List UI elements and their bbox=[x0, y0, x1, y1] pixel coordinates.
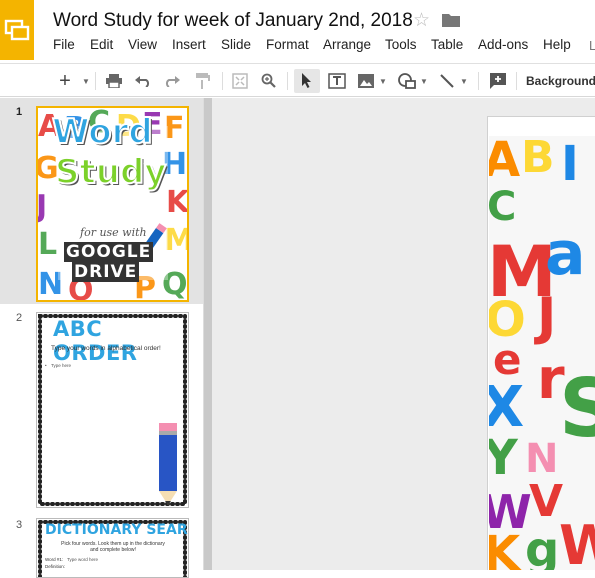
slide2-instruction: Type your words in alphabetical order! bbox=[51, 345, 161, 352]
app-header: Word Study for week of January 2nd, 2018… bbox=[0, 0, 595, 62]
slide1-title-study: Study bbox=[54, 151, 167, 193]
svg-text:K: K bbox=[489, 526, 522, 570]
menu-addons[interactable]: Add-ons bbox=[478, 37, 528, 52]
shape-dropdown-icon[interactable]: ▼ bbox=[419, 69, 429, 93]
svg-text:V: V bbox=[529, 476, 563, 527]
zoom-fit-icon[interactable] bbox=[228, 69, 252, 93]
slide1-brand-drive: DRIVE bbox=[72, 262, 140, 282]
toolbar-divider bbox=[516, 72, 517, 90]
dropdown-arrow-icon[interactable]: ▼ bbox=[80, 69, 92, 93]
slide3-row-label: Definition: bbox=[45, 564, 66, 569]
slide-number: 1 bbox=[16, 106, 23, 118]
select-cursor-icon[interactable] bbox=[294, 69, 320, 93]
folder-icon[interactable] bbox=[442, 13, 460, 27]
menu-format[interactable]: Format bbox=[266, 37, 309, 52]
slide-thumbnail-3[interactable]: DICTIONARY SEARCH Pick four words. Look … bbox=[36, 518, 189, 578]
toolbar-divider bbox=[95, 72, 96, 90]
slides-logo-icon bbox=[4, 19, 30, 41]
svg-text:A: A bbox=[489, 136, 520, 188]
background-button[interactable]: Background... bbox=[526, 74, 595, 88]
toolbar-divider bbox=[287, 72, 288, 90]
paint-format-icon[interactable] bbox=[191, 69, 215, 93]
image-dropdown-icon[interactable]: ▼ bbox=[378, 69, 388, 93]
menu-slide[interactable]: Slide bbox=[221, 37, 251, 52]
shape-icon[interactable] bbox=[395, 69, 419, 93]
redo-icon[interactable] bbox=[160, 69, 184, 93]
svg-text:C: C bbox=[489, 184, 516, 230]
slide3-title: DICTIONARY SEARCH bbox=[45, 522, 188, 538]
slide3-row-label: Word #1: bbox=[45, 557, 64, 562]
alphabet-letters-graphic: A B I C M a O J e X r S Y N W V K g W bbox=[489, 136, 595, 570]
menu-insert[interactable]: Insert bbox=[172, 37, 206, 52]
zoom-icon[interactable] bbox=[257, 69, 281, 93]
slide3-row-value: Type word here bbox=[67, 557, 99, 562]
svg-text:B: B bbox=[521, 136, 555, 183]
image-icon[interactable] bbox=[354, 69, 378, 93]
slide2-title: ABC ORDER bbox=[53, 317, 138, 365]
slide3-instruction: Pick four words. Look them up in the dic… bbox=[61, 541, 165, 553]
menu-edit[interactable]: Edit bbox=[90, 37, 113, 52]
svg-text:K: K bbox=[166, 185, 187, 220]
undo-icon[interactable] bbox=[131, 69, 155, 93]
slide-thumbnail-1[interactable]: ABC DEF GHJ KLM NOP Q Word Study for use… bbox=[36, 106, 189, 302]
document-title[interactable]: Word Study for week of January 2nd, 2018 bbox=[53, 10, 413, 32]
svg-text:I: I bbox=[561, 136, 579, 192]
svg-text:g: g bbox=[525, 522, 559, 570]
svg-text:J: J bbox=[534, 287, 556, 347]
svg-text:J: J bbox=[38, 189, 47, 224]
menu-view[interactable]: View bbox=[128, 37, 157, 52]
svg-text:S: S bbox=[559, 362, 595, 455]
slide2-bullet-text: Type here bbox=[51, 363, 72, 368]
print-icon[interactable] bbox=[102, 69, 126, 93]
slide1-brand-google: GOOGLE bbox=[64, 242, 154, 262]
toolbar-divider bbox=[478, 72, 479, 90]
slide1-title-word: Word bbox=[51, 111, 154, 153]
menu-arrange[interactable]: Arrange bbox=[323, 37, 371, 52]
toolbar-divider bbox=[222, 72, 223, 90]
svg-text:Y: Y bbox=[489, 430, 519, 486]
current-slide-image[interactable]: A B I C M a O J e X r S Y N W V K g W bbox=[489, 136, 595, 570]
line-dropdown-icon[interactable]: ▼ bbox=[459, 69, 469, 93]
text-box-icon[interactable] bbox=[325, 69, 349, 93]
menu-help[interactable]: Help bbox=[543, 37, 571, 52]
svg-text:a: a bbox=[545, 219, 586, 289]
star-icon[interactable]: ☆ bbox=[413, 9, 430, 32]
menu-table[interactable]: Table bbox=[431, 37, 463, 52]
menu-tools[interactable]: Tools bbox=[385, 37, 417, 52]
line-icon[interactable] bbox=[435, 69, 459, 93]
menu-file[interactable]: File bbox=[53, 37, 75, 52]
svg-text:L: L bbox=[38, 227, 57, 262]
comment-add-icon[interactable] bbox=[486, 69, 510, 93]
add-icon[interactable]: + bbox=[53, 69, 77, 93]
slide2-bullet-dot: • bbox=[45, 363, 47, 368]
menu-cutoff-text: L bbox=[589, 38, 595, 53]
slide-number: 2 bbox=[16, 312, 23, 324]
toolbar: + ▼ ▼ ▼ ▼ Background... bbox=[0, 63, 595, 97]
svg-text:W: W bbox=[559, 514, 595, 570]
slide-number: 3 bbox=[16, 519, 23, 531]
slide1-subtitle: for use with bbox=[80, 226, 147, 239]
slide-thumbnail-2[interactable]: ABC ORDER Type your words in alphabetica… bbox=[36, 312, 189, 508]
filmstrip-scrollbar-thumb[interactable] bbox=[204, 98, 212, 570]
slides-app-icon[interactable] bbox=[0, 0, 34, 60]
